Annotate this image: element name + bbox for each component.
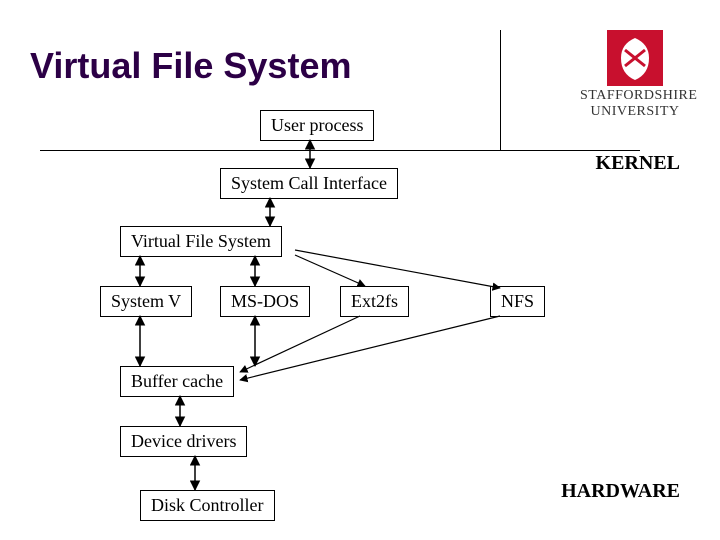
logo-line1: STAFFORDSHIRE: [580, 88, 690, 104]
logo-mark-icon: [607, 30, 663, 86]
diagram-arrows: [40, 110, 680, 530]
university-logo: STAFFORDSHIRE UNIVERSITY: [580, 30, 690, 120]
page-title: Virtual File System: [30, 45, 351, 87]
vfs-diagram: KERNEL HARDWARE User process System Call…: [40, 110, 680, 530]
